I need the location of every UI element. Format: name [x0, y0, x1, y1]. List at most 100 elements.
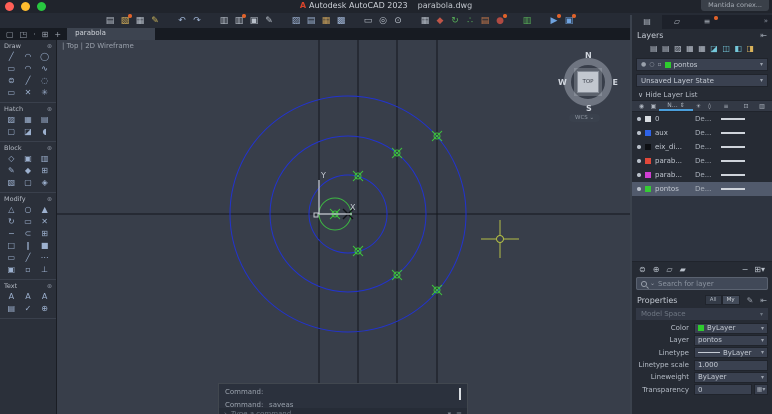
feedback-icon[interactable]: ▣	[563, 13, 576, 27]
gear-icon[interactable]: ⊛	[47, 145, 52, 152]
col-name-header[interactable]: N… ⇕	[659, 102, 693, 111]
open-file-icon[interactable]: ▧	[119, 13, 132, 27]
gear-icon[interactable]: ⊛	[47, 283, 52, 290]
layer-row-aux[interactable]: aux De...	[632, 126, 772, 140]
new-filter-button[interactable]: ⊕	[653, 265, 660, 274]
layer-tool-icon-6[interactable]: ◫	[722, 44, 730, 53]
layer-on-icon[interactable]	[637, 173, 641, 177]
orbit-icon[interactable]: ⊙	[392, 15, 404, 27]
block-tool-icon[interactable]: ◈	[36, 178, 53, 187]
save-icon[interactable]: ▦	[134, 15, 146, 27]
filter-all-button[interactable]: All	[704, 295, 722, 305]
share-icon[interactable]: ▶	[548, 13, 561, 27]
modify-tool-icon[interactable]: ↻	[3, 217, 20, 226]
drawing-geometry[interactable]: YX	[57, 40, 630, 414]
overflow-dot[interactable]: ·	[33, 30, 36, 39]
layer-tool-icon-8[interactable]: ◨	[746, 44, 754, 53]
col-color-header[interactable]: ≡	[715, 103, 737, 110]
settings-folder-button[interactable]: ▰	[680, 265, 686, 274]
chevron-down-icon[interactable]: ▾	[761, 337, 764, 344]
col-filter-header[interactable]: ▣	[648, 103, 659, 110]
sheet-set-icon[interactable]: ▦	[320, 15, 332, 27]
viewcube-west[interactable]: W	[558, 78, 567, 87]
block-tool-icon[interactable]: ⊞	[36, 166, 53, 175]
layer-row-0[interactable]: 0 De...	[632, 112, 772, 126]
property-value-field[interactable]: ByLayer ▾	[694, 347, 768, 359]
layer-tool-icon-3[interactable]: ▦	[686, 44, 694, 53]
selection-type-dropdown[interactable]: Model Space ▾	[636, 308, 768, 320]
modify-tool-icon[interactable]: ▫	[20, 265, 37, 274]
layer-tool-icon-4[interactable]: ▦	[698, 44, 706, 53]
batch-plot-icon[interactable]: ▥	[233, 13, 246, 27]
crosshair-aperture[interactable]	[496, 235, 504, 243]
print-icon[interactable]: ▥	[218, 15, 230, 27]
ucs-y-label[interactable]: Y	[320, 171, 326, 180]
autohide-icon[interactable]: ⇤	[760, 296, 767, 305]
layer-on-icon[interactable]	[637, 117, 641, 121]
chevron-down-icon[interactable]: ▾	[761, 374, 764, 381]
modify-tool-icon[interactable]: △	[3, 205, 20, 214]
tab-list[interactable]: ≡	[692, 15, 722, 29]
draw-tool-icon[interactable]: ◠	[20, 52, 37, 61]
draw-tool-icon[interactable]: ∿	[36, 64, 53, 73]
viewcube[interactable]: N S W E TOP	[558, 51, 618, 113]
text-tool-icon[interactable]: ▤	[3, 304, 20, 313]
modify-tool-icon[interactable]: ⋯	[36, 253, 53, 262]
hatch-tool-icon[interactable]: ▤	[36, 115, 53, 124]
filter-my-button[interactable]: My	[721, 295, 740, 305]
col-on-header[interactable]: ◉	[635, 103, 648, 110]
redo-icon[interactable]: ↷	[191, 15, 203, 27]
quick-select-icon[interactable]: ✎	[747, 296, 754, 305]
col-lock-header[interactable]: ◊	[704, 103, 715, 110]
hide-layer-list-toggle[interactable]: ∨ Hide Layer List	[632, 89, 772, 100]
draw-tool-icon[interactable]: ⊜	[3, 76, 20, 85]
tab-layers[interactable]: ▤	[632, 15, 662, 29]
viewcube-north[interactable]: N	[585, 51, 592, 60]
block-tool-icon[interactable]: ▥	[36, 154, 53, 163]
text-tool-icon[interactable]: A	[3, 292, 20, 301]
command-input[interactable]: › Type a command ▾ ≡	[219, 408, 467, 414]
modify-tool-icon[interactable]: ⊞	[36, 229, 53, 238]
layer-on-icon[interactable]	[637, 159, 641, 163]
hatch-tool-icon[interactable]: ◖	[36, 127, 53, 136]
modify-tool-icon[interactable]: ✕	[36, 217, 53, 226]
text-tool-icon[interactable]: A	[36, 292, 53, 301]
zoom-window-icon[interactable]: ▭	[362, 15, 374, 27]
command-window[interactable]: Command: Command: _saveas › Type a comma…	[218, 383, 468, 414]
layer-tool-icon-1[interactable]: ▤	[662, 44, 670, 53]
ucs-x-label[interactable]: X	[350, 203, 356, 212]
page-setup-icon[interactable]: ✎	[263, 15, 275, 27]
property-value-field[interactable]: ByLayer ▾	[694, 322, 768, 334]
recent-commands-icon[interactable]: ▾	[448, 410, 452, 414]
col-vp-header[interactable]: ▥	[755, 103, 769, 110]
block-tool-icon[interactable]: ✎	[3, 166, 20, 175]
new-tab-button[interactable]: +	[54, 30, 61, 39]
draw-tool-icon[interactable]: ◌	[36, 76, 53, 85]
customize-icon[interactable]: ≡	[456, 410, 462, 414]
group-filter-button[interactable]: ▱	[666, 265, 672, 274]
viewport-controls[interactable]: | Top | 2D Wireframe	[62, 42, 134, 50]
layer-on-icon[interactable]	[637, 145, 641, 149]
layer-color-swatch[interactable]	[645, 158, 651, 164]
gear-icon[interactable]: ⊛	[47, 106, 52, 113]
col-plot-header[interactable]: ⊡	[737, 103, 755, 110]
viewcube-south[interactable]: S	[586, 104, 592, 113]
modify-tool-icon[interactable]: ▭	[20, 217, 37, 226]
layer-color-swatch[interactable]	[645, 172, 651, 178]
update-icon[interactable]: ↻	[449, 15, 461, 27]
hatch-tool-icon[interactable]: ◪	[20, 127, 37, 136]
modify-tool-icon[interactable]: ╱	[20, 253, 37, 262]
block-tool-icon[interactable]: ▢	[20, 178, 37, 187]
etransmit-icon[interactable]: ▦	[419, 15, 431, 27]
gear-icon[interactable]: ⊛	[47, 196, 52, 203]
draw-tool-icon[interactable]: ▭	[3, 88, 20, 97]
modify-tool-icon[interactable]: ▲	[36, 205, 53, 214]
block-tool-icon[interactable]: ◇	[3, 154, 20, 163]
view-options-button[interactable]: ⊞▾	[754, 265, 765, 274]
block-tool-icon[interactable]: ▣	[20, 154, 37, 163]
draw-tool-icon[interactable]: ╱	[20, 76, 37, 85]
chevron-down-icon[interactable]: ▾	[761, 349, 764, 356]
gear-icon[interactable]: ⊛	[47, 43, 52, 50]
modify-tool-icon[interactable]: □	[3, 241, 20, 250]
layer-color-swatch[interactable]	[645, 130, 651, 136]
